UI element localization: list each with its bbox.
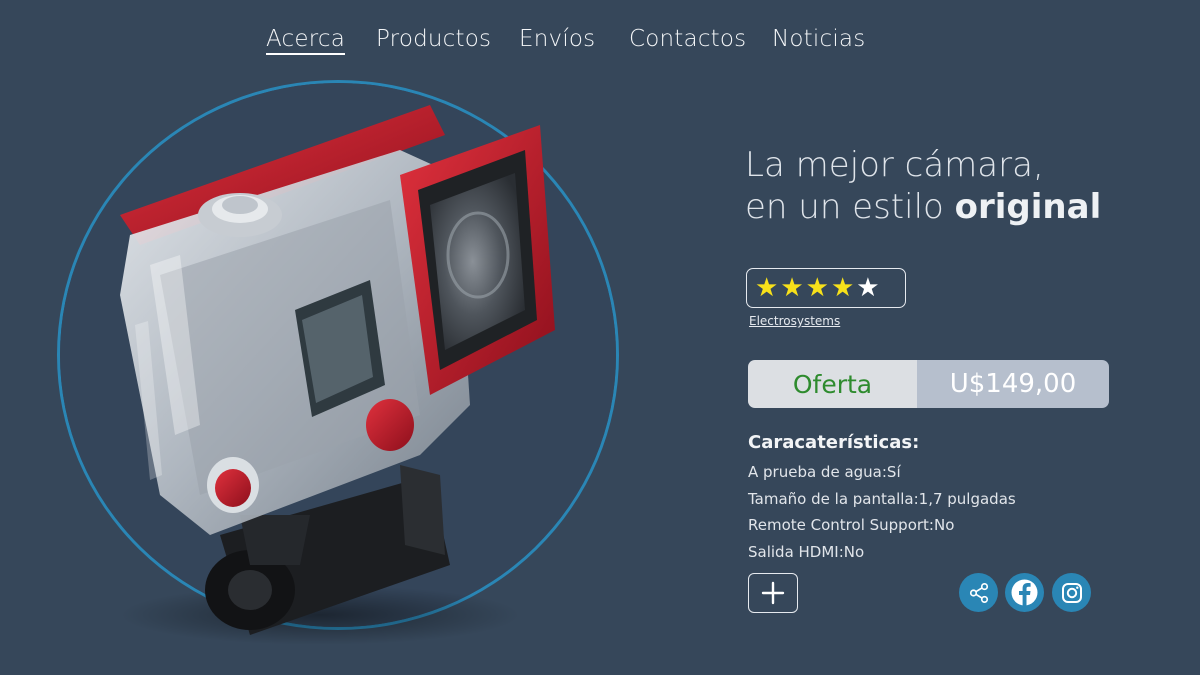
product-headline: La mejor cámara, en un estilo original <box>745 144 1165 228</box>
feature-item: Tamaño de la pantalla:1,7 pulgadas <box>748 489 1016 508</box>
nav-link-noticias[interactable]: Noticias <box>772 26 865 52</box>
feature-item: Salida HDMI:No <box>748 542 865 561</box>
star-icon: ★ <box>780 273 804 303</box>
star-rating[interactable]: ★ ★ ★ ★ ★ <box>746 268 906 308</box>
headline-line1: La mejor cámara, <box>745 145 1044 185</box>
star-empty-icon: ★ <box>856 273 880 303</box>
feature-item: Remote Control Support:No <box>748 516 955 534</box>
star-icon: ★ <box>830 273 855 303</box>
price-value: U$149,00 <box>917 360 1109 408</box>
nav-link-contactos[interactable]: Contactos <box>629 26 746 52</box>
offer-label[interactable]: Oferta <box>748 360 917 408</box>
instagram-button[interactable] <box>1052 573 1091 612</box>
nav-link-envios[interactable]: Envíos <box>519 26 595 52</box>
share-button[interactable] <box>959 573 998 612</box>
nav-link-acerca[interactable]: Acerca <box>266 26 346 55</box>
price-box: Oferta U$149,00 <box>748 360 1109 408</box>
star-icon: ★ <box>805 273 829 303</box>
feature-item: A prueba de agua:Sí <box>748 463 901 481</box>
facebook-icon <box>1011 579 1038 606</box>
plus-icon <box>761 581 785 605</box>
nav-link-productos[interactable]: Productos <box>376 26 491 52</box>
add-button[interactable] <box>748 573 798 613</box>
instagram-icon <box>1061 582 1082 603</box>
share-icon <box>969 582 988 603</box>
headline-highlight: original <box>954 187 1102 227</box>
star-icon: ★ <box>755 273 779 303</box>
headline-line2-prefix: en un estilo <box>745 187 955 227</box>
features-list: Caracaterísticas: A prueba de agua:Sí Ta… <box>748 432 1148 565</box>
action-camera-image <box>120 105 555 645</box>
brand-link[interactable]: Electrosystems <box>749 314 840 328</box>
features-title: Caracaterísticas: <box>748 432 920 453</box>
facebook-button[interactable] <box>1005 573 1044 612</box>
